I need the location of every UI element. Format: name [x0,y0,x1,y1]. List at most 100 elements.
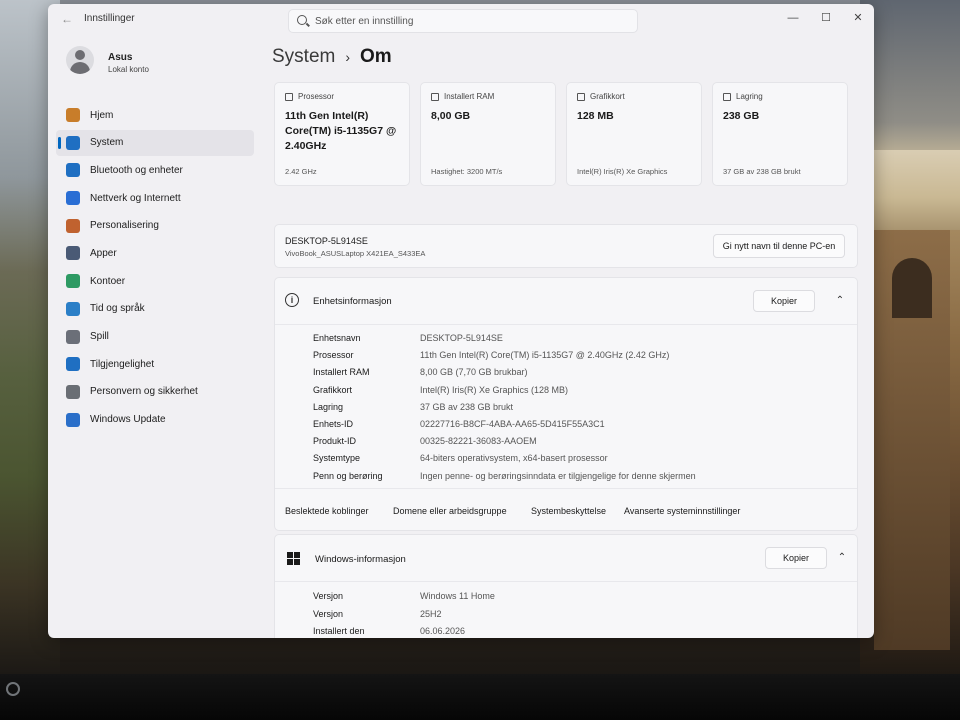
windows-specs-title: Windows-informasjon [315,554,406,565]
spec-value: 8,00 GB (7,70 GB brukbar) [420,367,528,378]
info-icon: i [285,293,299,307]
spec-label: Lagring [313,401,344,412]
link-advanced-settings[interactable]: Avanserte systeminnstillinger [624,506,740,516]
account-type: Lokal konto [108,65,149,74]
globe-clock-icon [66,301,80,316]
main-content: System › Om Prosessor 11th Gen Intel(R) Cor… [262,34,874,638]
device-specs-panel: i Enhetsinformasjon Kopier ⌃ Enhetsnavn D… [274,277,858,531]
wallpaper-building [874,150,960,230]
related-links: Beslektede koblinger Domene eller arbeid… [275,488,857,530]
sidebar-item-spill[interactable]: Spill [56,324,254,350]
spec-row: Versjon Windows 11 Home [313,591,853,608]
spec-row: Lagring 37 GB av 238 GB brukt [313,402,853,419]
sidebar-item-bluetooth-og-enheter[interactable]: Bluetooth og enheter [56,157,254,183]
sidebar-item-nettverk-og-internett[interactable]: Nettverk og Internett [56,185,254,211]
copy-windows-specs-button[interactable]: Kopier [765,547,827,569]
spec-row: Enhetsnavn DESKTOP-5L914SE [313,333,853,350]
breadcrumb: System › Om [272,46,392,68]
sidebar-item-system[interactable]: System [56,129,254,156]
page-title: Om [360,46,392,67]
sidebar-item-tilgjengelighet[interactable]: Tilgjengelighet [56,351,254,377]
sidebar-item-hjem[interactable]: Hjem [56,102,254,128]
accessibility-icon [66,357,80,372]
search-input[interactable]: Søk etter en innstilling [288,9,638,33]
link-domain-workgroup[interactable]: Domene eller arbeidsgruppe [393,506,507,516]
gpu-icon [577,92,585,101]
sidebar-item-windows-update[interactable]: Windows Update [56,407,254,433]
spec-label: Enhetsnavn [313,333,361,343]
spec-label: Penn og berøring [313,470,383,481]
spec-row: Systemtype 64-biters operativsystem, x64-… [313,453,853,470]
copy-device-specs-button[interactable]: Kopier [753,290,815,312]
spec-value: 37 GB av 238 GB brukt [420,401,514,412]
system-icon [66,135,80,150]
device-model: VivoBook_ASUSLaptop X421EA_S433EA [285,249,426,258]
rename-pc-button[interactable]: Gi nytt navn til denne PC-en [713,234,845,258]
card-value: 11th Gen Intel(R) Core(TM) i5-1135G7 @ 2… [285,110,397,152]
wallpaper-arch [892,258,932,318]
titlebar: ← Innstillinger Søk etter en innstilling… [48,4,874,34]
minimize-button[interactable]: — [778,8,808,28]
storage-icon [723,92,731,101]
sidebar-item-label: Bluetooth og enheter [90,164,183,176]
sidebar-item-label: Nettverk og Internett [90,192,181,204]
sidebar-item-personvern-og-sikkerhet[interactable]: Personvern og sikkerhet [56,379,254,405]
spec-value: DESKTOP-5L914SE [420,333,503,343]
shield-icon [66,384,80,399]
spec-card: Installert RAM 8,00 GB Hastighet: 3200 MT/… [420,82,556,186]
spec-label: Installert RAM [313,367,370,378]
spec-value: 00325-82221-36083-AAOEM [420,436,537,447]
spec-label: Installert den [313,626,365,636]
sidebar-item-label: Spill [90,331,109,342]
windows-specs-panel: Windows-informasjon Kopier ⌃ Versjon Wind… [274,534,858,638]
cpu-icon [285,92,293,101]
spec-card: Prosessor 11th Gen Intel(R) Core(TM) i5-1… [274,82,410,186]
card-value: 8,00 GB [431,110,471,122]
close-button[interactable]: ✕ [843,8,873,28]
back-arrow-icon[interactable]: ← [58,10,76,28]
card-subtext: Hastighet: 3200 MT/s [431,167,503,176]
spec-row: Versjon 25H2 [313,609,853,626]
link-system-protection[interactable]: Systembeskyttelse [531,506,606,516]
sidebar-item-label: Kontoer [90,275,126,287]
sidebar-item-kontoer[interactable]: Kontoer [56,268,254,294]
windows-logo-icon [287,552,300,565]
home-icon [66,108,80,122]
device-specs-header[interactable]: i Enhetsinformasjon Kopier ⌃ [275,278,857,324]
sidebar-item-label: Apper [90,247,117,259]
card-subtext: 2.42 GHz [285,167,317,176]
spec-label: Produkt-ID [313,436,357,447]
spec-card: Lagring 238 GB 37 GB av 238 GB brukt [712,82,848,186]
related-links-label: Beslektede koblinger [285,506,369,516]
card-title: Grafikkort [590,92,625,101]
chevron-up-icon[interactable]: ⌃ [835,296,845,306]
spec-label: Systemtype [313,453,361,464]
sidebar-item-tid-og-språk[interactable]: Tid og språk [56,296,254,322]
taskbar [0,674,960,720]
avatar[interactable] [66,46,94,74]
spec-row: Installert RAM 8,00 GB (7,70 GB brukbar) [313,367,853,384]
network-icon [66,191,80,206]
spec-label: Grafikkort [313,384,353,395]
maximize-button[interactable]: ☐ [811,8,841,28]
card-title: Installert RAM [444,92,495,101]
sidebar-item-personalisering[interactable]: Personalisering [56,213,254,239]
spec-value: 02227716-B8CF-4ABA-AA65-5D415F55A3C1 [420,419,605,429]
wallpaper-right-edge [860,0,960,680]
sidebar-item-label: Personvern og sikkerhet [90,386,198,398]
spec-label: Versjon [313,608,344,619]
card-header: Installert RAM [431,92,494,101]
chevron-up-icon[interactable]: ⌃ [837,553,847,563]
breadcrumb-parent[interactable]: System [272,46,335,67]
card-subtext: 37 GB av 238 GB brukt [723,167,801,176]
taskbar-app-icon[interactable] [6,682,20,696]
bluetooth-icon [66,163,80,178]
gamepad-icon [66,329,80,344]
sidebar-item-apper[interactable]: Apper [56,240,254,266]
search-placeholder: Søk etter en innstilling [315,16,414,27]
spec-value: Ingen penne- og berøringsinndata er tilg… [420,470,696,481]
spec-row: Produkt-ID 00325-82221-36083-AAOEM [313,436,853,453]
device-name: DESKTOP-5L914SE [285,236,368,246]
spec-row: Grafikkort Intel(R) Iris(R) Xe Graphics (… [313,385,853,402]
spec-row: Penn og berøring Ingen penne- og berøring… [313,471,853,488]
